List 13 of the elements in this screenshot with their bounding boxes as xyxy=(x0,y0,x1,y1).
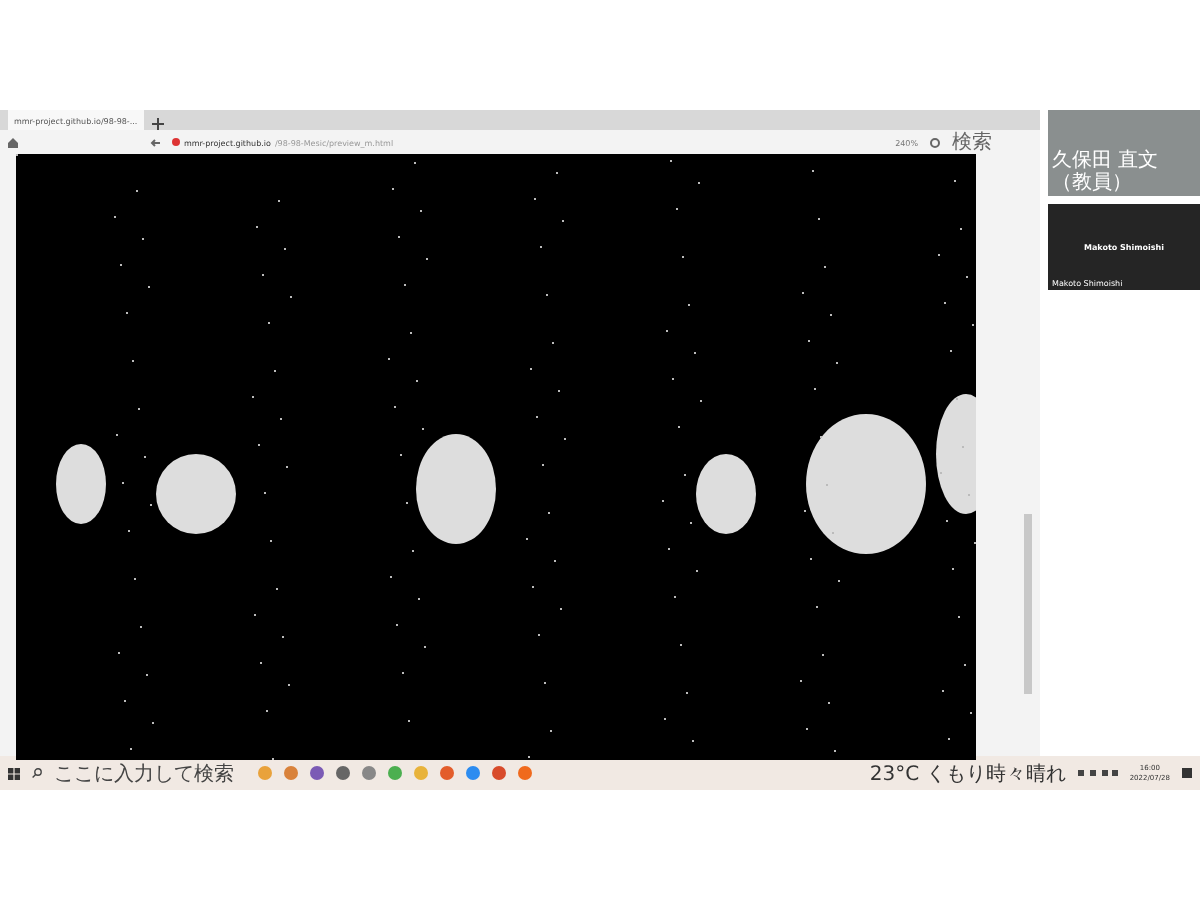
scrollbar[interactable] xyxy=(1024,514,1032,694)
plus-icon[interactable] xyxy=(152,118,164,130)
participant-caption: 久保田 直文（教員） xyxy=(1052,150,1161,194)
home-icon[interactable] xyxy=(8,137,18,147)
search-field[interactable]: 検索 xyxy=(952,128,1032,156)
reload-icon[interactable] xyxy=(930,137,940,147)
weather-text[interactable]: 23°C くもり時々晴れ xyxy=(869,759,1066,787)
site-icon xyxy=(172,138,180,146)
search-icon xyxy=(32,768,42,778)
back-icon[interactable] xyxy=(150,137,160,147)
tray-icons-drawing[interactable] xyxy=(1077,768,1118,778)
taskbar-search-field[interactable]: ここに入力して検索 xyxy=(54,759,246,787)
start-icon[interactable] xyxy=(8,767,20,779)
